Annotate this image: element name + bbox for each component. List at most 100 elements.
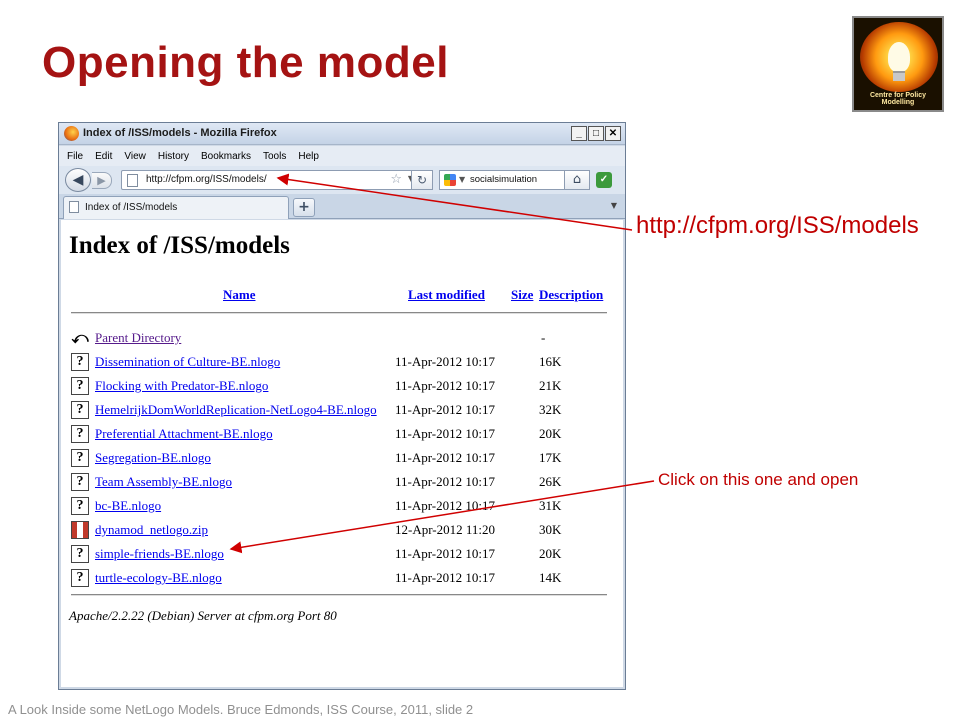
tab-index-iss-models[interactable]: Index of /ISS/models (63, 196, 289, 219)
firefox-icon (64, 126, 79, 141)
search-engine-dropdown-icon[interactable]: ▼ (459, 175, 465, 184)
file-link[interactable]: HemelrijkDomWorldReplication-NetLogo4-BE… (95, 402, 377, 418)
tab-bar: Index of /ISS/models + ▼ (59, 194, 625, 219)
file-size: 32K (539, 402, 562, 417)
slide-title: Opening the model (42, 38, 449, 87)
url-text[interactable]: http://cfpm.org/ISS/models/ (146, 174, 267, 185)
file-date: 11-Apr-2012 10:17 (395, 354, 495, 369)
search-text[interactable]: socialsimulation (470, 174, 537, 185)
menu-bar: File Edit View History Bookmarks Tools H… (59, 146, 625, 166)
column-header-last-modified[interactable]: Last modified (408, 287, 485, 303)
close-button[interactable]: ✕ (605, 126, 621, 141)
parent-directory-link[interactable]: Parent Directory (95, 330, 181, 346)
tab-label: Index of /ISS/models (85, 202, 178, 213)
file-date: 11-Apr-2012 10:17 (395, 546, 495, 561)
lightbulb-icon (888, 42, 910, 72)
file-link[interactable]: Segregation-BE.nlogo (95, 450, 211, 466)
maximize-button[interactable]: □ (588, 126, 604, 141)
lightbulb-base (893, 71, 905, 81)
menu-file[interactable]: File (67, 151, 83, 162)
zip-file-icon (71, 521, 89, 539)
table-row: ? Segregation-BE.nlogo 11-Apr-2012 10:17… (71, 447, 611, 467)
page-heading: Index of /ISS/models (69, 232, 290, 259)
file-size: 31K (539, 498, 562, 513)
menu-view[interactable]: View (124, 151, 146, 162)
column-header-name[interactable]: Name (223, 287, 256, 303)
file-date: 11-Apr-2012 10:17 (395, 498, 495, 513)
back-folder-icon: ⤺ (71, 328, 89, 347)
menu-history[interactable]: History (158, 151, 189, 162)
table-row: ? simple-friends-BE.nlogo 11-Apr-2012 10… (71, 543, 611, 563)
unknown-file-icon: ? (71, 377, 89, 395)
unknown-file-icon: ? (71, 569, 89, 587)
file-size: 20K (539, 546, 562, 561)
file-size: 30K (539, 522, 562, 537)
header-divider (71, 312, 607, 314)
file-link[interactable]: Dissemination of Culture-BE.nlogo (95, 354, 280, 370)
menu-bookmarks[interactable]: Bookmarks (201, 151, 251, 162)
file-date: 11-Apr-2012 10:17 (395, 426, 495, 441)
file-date: 11-Apr-2012 10:17 (395, 570, 495, 585)
tab-page-icon (69, 201, 79, 213)
simple-friends-link[interactable]: simple-friends-BE.nlogo (95, 546, 224, 562)
file-date: 11-Apr-2012 10:17 (395, 474, 495, 489)
table-row: ? Dissemination of Culture-BE.nlogo 11-A… (71, 351, 611, 371)
file-link[interactable]: turtle-ecology-BE.nlogo (95, 570, 222, 586)
annotation-url: http://cfpm.org/ISS/models (636, 212, 919, 239)
file-link[interactable]: bc-BE.nlogo (95, 498, 161, 514)
unknown-file-icon: ? (71, 497, 89, 515)
logo-text: Centre for Policy Modelling (869, 92, 926, 106)
unknown-file-icon: ? (71, 449, 89, 467)
star-icon[interactable]: ☆ (390, 172, 402, 187)
tab-list-icon[interactable]: ▼ (611, 201, 617, 210)
menu-help[interactable]: Help (298, 151, 319, 162)
file-date: 12-Apr-2012 11:20 (395, 522, 495, 537)
unknown-file-icon: ? (71, 425, 89, 443)
file-link[interactable]: Flocking with Predator-BE.nlogo (95, 378, 268, 394)
page-content: Index of /ISS/models Name Last modified … (61, 220, 623, 687)
reload-icon[interactable]: ↻ (411, 170, 433, 190)
minimize-button[interactable]: _ (571, 126, 587, 141)
new-tab-button[interactable]: + (293, 198, 315, 217)
unknown-file-icon: ? (71, 545, 89, 563)
column-header-size[interactable]: Size (511, 287, 533, 303)
table-row: ? bc-BE.nlogo 11-Apr-2012 10:17 31K (71, 495, 611, 515)
file-size: 20K (539, 426, 562, 441)
file-size: 14K (539, 570, 562, 585)
footer-divider (71, 594, 607, 596)
back-arrow-icon[interactable]: ◀ (65, 168, 91, 192)
table-row: ? turtle-ecology-BE.nlogo 11-Apr-2012 10… (71, 567, 611, 587)
file-size: 26K (539, 474, 562, 489)
file-date: 11-Apr-2012 10:17 (395, 378, 495, 393)
file-date: 11-Apr-2012 10:17 (395, 402, 495, 417)
table-row: dynamod_netlogo.zip 12-Apr-2012 11:20 30… (71, 519, 611, 539)
page-icon (127, 174, 138, 187)
url-bar[interactable]: http://cfpm.org/ISS/models/ ☆ ▼ (121, 170, 433, 190)
menu-edit[interactable]: Edit (95, 151, 112, 162)
unknown-file-icon: ? (71, 353, 89, 371)
file-link[interactable]: dynamod_netlogo.zip (95, 522, 208, 538)
google-icon[interactable] (444, 174, 456, 186)
menu-tools[interactable]: Tools (263, 151, 286, 162)
table-row: ? HemelrijkDomWorldReplication-NetLogo4-… (71, 399, 611, 419)
navigation-toolbar: ◀ ▶ http://cfpm.org/ISS/models/ ☆ ▼ ↻ ▼ … (59, 166, 625, 194)
parent-directory-row: ⤺ Parent Directory - (71, 327, 611, 347)
column-header-description[interactable]: Description (539, 287, 603, 303)
window-controls: _ □ ✕ (571, 126, 621, 141)
table-row: ? Preferential Attachment-BE.nlogo 11-Ap… (71, 423, 611, 443)
annotation-click: Click on this one and open (658, 470, 859, 489)
home-icon[interactable]: ⌂ (564, 170, 590, 190)
table-row: ? Flocking with Predator-BE.nlogo 11-Apr… (71, 375, 611, 395)
file-size: 17K (539, 450, 562, 465)
forward-arrow-icon[interactable]: ▶ (92, 172, 112, 189)
unknown-file-icon: ? (71, 473, 89, 491)
table-row: ? Team Assembly-BE.nlogo 11-Apr-2012 10:… (71, 471, 611, 491)
parent-size: - (541, 330, 546, 345)
file-size: 16K (539, 354, 562, 369)
file-link[interactable]: Preferential Attachment-BE.nlogo (95, 426, 273, 442)
unknown-file-icon: ? (71, 401, 89, 419)
server-signature: Apache/2.2.22 (Debian) Server at cfpm.or… (69, 608, 337, 623)
addon-icon[interactable]: ✓ (596, 172, 612, 188)
file-link[interactable]: Team Assembly-BE.nlogo (95, 474, 232, 490)
window-title: Index of /ISS/models - Mozilla Firefox (83, 127, 277, 139)
